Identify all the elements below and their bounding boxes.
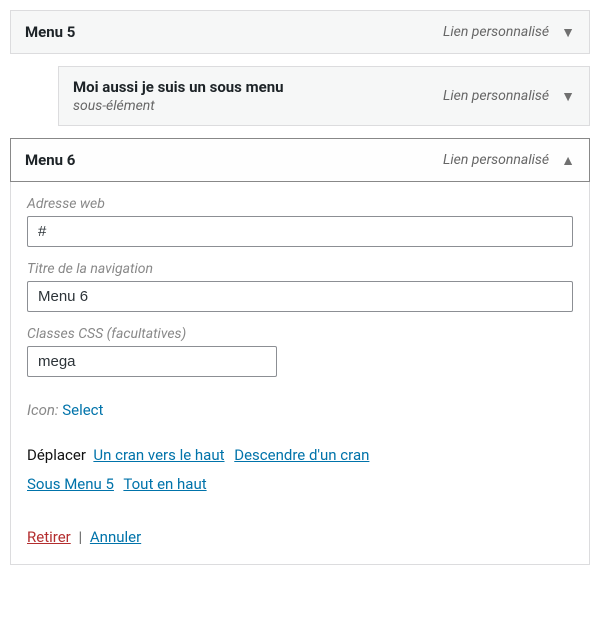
chevron-up-icon[interactable]: ▲ [561, 152, 575, 169]
menu-item-type: Lien personnalisé [443, 24, 549, 40]
menu-item-title-text: Moi aussi je suis un sous menu [73, 78, 284, 96]
nav-title-input[interactable] [27, 281, 573, 312]
icon-select-link[interactable]: Select [62, 401, 103, 419]
menu-item-title: Menu 5 [25, 23, 443, 41]
menu-item-settings-panel: Adresse web Titre de la navigation Class… [10, 182, 590, 565]
cancel-link[interactable]: Annuler [90, 528, 141, 546]
move-row: Déplacer Un cran vers le haut Descendre … [27, 441, 573, 498]
url-label: Adresse web [27, 196, 573, 212]
menu-item-menu5: Menu 5 Lien personnalisé ▼ [10, 10, 590, 54]
menu-item-subtitle: sous-élément [73, 98, 443, 114]
menu-item-type: Lien personnalisé [443, 88, 549, 104]
field-css-classes: Classes CSS (facultatives) [27, 326, 573, 377]
css-classes-label: Classes CSS (facultatives) [27, 326, 573, 342]
move-top-link[interactable]: Tout en haut [123, 475, 206, 493]
move-under-link[interactable]: Sous Menu 5 [27, 475, 114, 493]
menu-item-header[interactable]: Menu 5 Lien personnalisé ▼ [10, 10, 590, 54]
icon-row: Icon: Select [27, 401, 573, 419]
url-input[interactable] [27, 216, 573, 247]
menu-item-type: Lien personnalisé [443, 152, 549, 168]
menu-item-header[interactable]: Moi aussi je suis un sous menu sous-élém… [58, 66, 590, 126]
nav-title-label: Titre de la navigation [27, 261, 573, 277]
move-up-link[interactable]: Un cran vers le haut [93, 446, 224, 464]
icon-label: Icon: [27, 401, 59, 419]
field-nav-title: Titre de la navigation [27, 261, 573, 312]
menu-item-title: Menu 6 [25, 151, 443, 169]
remove-link[interactable]: Retirer [27, 528, 71, 546]
menu-item-menu6: Menu 6 Lien personnalisé ▲ Adresse web T… [10, 138, 590, 565]
separator: | [78, 528, 82, 546]
chevron-down-icon[interactable]: ▼ [561, 24, 575, 41]
menu-item-header[interactable]: Menu 6 Lien personnalisé ▲ [10, 138, 590, 182]
move-down-link[interactable]: Descendre d'un cran [234, 446, 369, 464]
action-row: Retirer | Annuler [27, 528, 573, 546]
field-url: Adresse web [27, 196, 573, 247]
menu-item-title: Moi aussi je suis un sous menu sous-élém… [73, 78, 443, 114]
chevron-down-icon[interactable]: ▼ [561, 88, 575, 105]
move-label: Déplacer [27, 446, 86, 464]
menu-item-submenu: Moi aussi je suis un sous menu sous-élém… [58, 66, 590, 126]
css-classes-input[interactable] [27, 346, 277, 377]
